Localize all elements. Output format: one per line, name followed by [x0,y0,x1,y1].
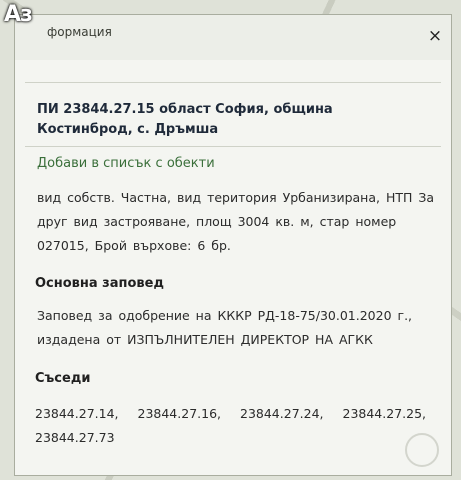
neighbors-section-title: Съседи [35,371,91,386]
dialog-title: формация [47,25,112,39]
info-dialog: формация × ПИ 23844.27.15 област София, … [14,14,452,476]
property-description: вид собств. Частна, вид територия Урбани… [37,190,435,253]
corner-badge: Аз [4,2,33,27]
add-to-list-link[interactable]: Добави в списък с обекти [37,156,215,171]
neighbor-link[interactable]: 23844.27.73 [35,426,115,450]
neighbor-link[interactable]: 23844.27.16, [138,402,222,426]
dialog-content: ПИ 23844.27.15 област София, община Кост… [15,60,451,475]
order-section-title: Основна заповед [35,276,164,291]
property-heading: ПИ 23844.27.15 област София, община Кост… [37,102,333,137]
watermark-logo [405,433,439,467]
neighbors-list: 23844.27.14, 23844.27.16, 23844.27.24, 2… [35,402,450,450]
order-text: Заповед за одобрение на КККР РД-18-75/30… [37,308,413,347]
divider [25,146,441,147]
neighbor-link[interactable]: 23844.27.14, [35,402,119,426]
divider [25,82,441,83]
close-icon[interactable]: × [427,28,443,45]
neighbor-link[interactable]: 23844.27.24, [240,402,324,426]
dialog-titlebar: формация × [15,15,451,60]
neighbor-link[interactable]: 23844.27.25, [343,402,427,426]
